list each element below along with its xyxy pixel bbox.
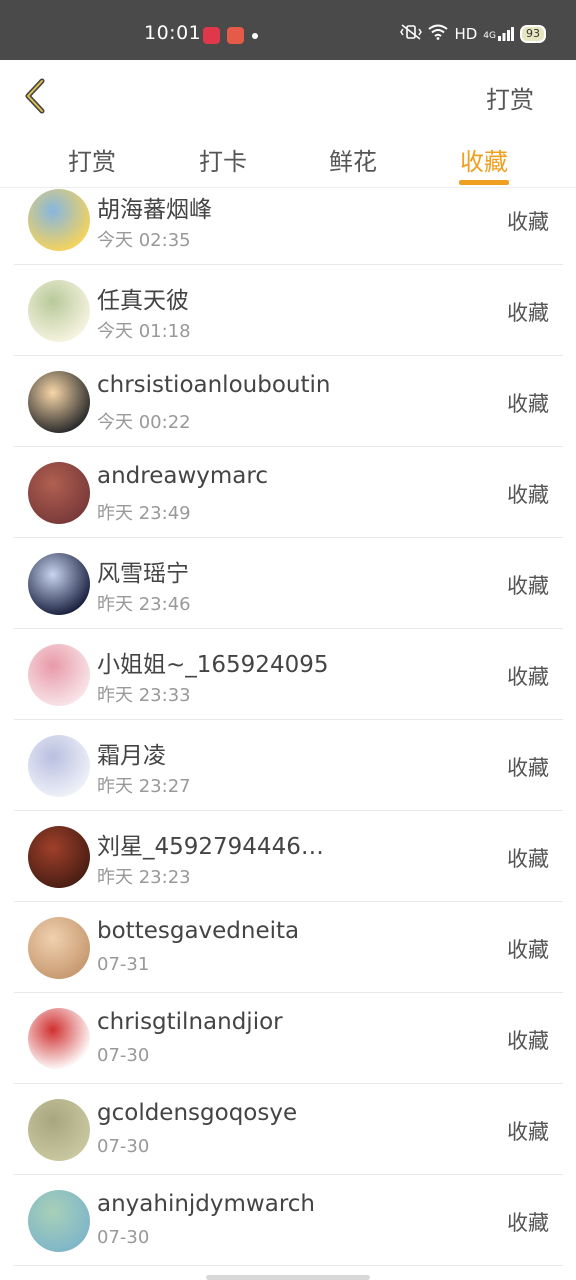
list-item[interactable]: chrsistioanlouboutin 今天 00:22 收藏 bbox=[14, 356, 563, 447]
entry-action-label: 收藏 bbox=[507, 301, 549, 325]
avatar[interactable] bbox=[28, 735, 90, 797]
tab-bar: 打赏 打卡 鲜花 收藏 bbox=[0, 130, 576, 188]
entry-action-label: 收藏 bbox=[507, 756, 549, 780]
entry-time: 07-31 bbox=[97, 954, 150, 975]
avatar[interactable] bbox=[28, 1190, 90, 1252]
chevron-left-icon bbox=[25, 78, 45, 114]
entry-time: 昨天 23:49 bbox=[97, 503, 191, 524]
user-name: 任真天彼 bbox=[97, 288, 189, 314]
entry-action-label: 收藏 bbox=[507, 483, 549, 507]
home-indicator[interactable] bbox=[206, 1275, 370, 1280]
wifi-icon bbox=[428, 24, 449, 44]
user-name: chrisgtilnandjior bbox=[97, 1009, 283, 1035]
network-type-label: HD bbox=[454, 25, 478, 43]
list-item[interactable]: bottesgavedneita 07-31 收藏 bbox=[14, 902, 563, 993]
status-time: 10:01 bbox=[144, 22, 202, 44]
user-name: bottesgavedneita bbox=[97, 918, 300, 944]
tab-reward[interactable]: 打赏 bbox=[52, 142, 132, 177]
avatar[interactable] bbox=[28, 189, 90, 251]
avatar[interactable] bbox=[28, 644, 90, 706]
tab-checkin[interactable]: 打卡 bbox=[183, 142, 263, 177]
avatar[interactable] bbox=[28, 1099, 90, 1161]
favorites-list: 胡海蕃烟峰 今天 02:35 收藏 任真天彼 今天 01:18 收藏 chrsi… bbox=[14, 188, 563, 1266]
entry-action-label: 收藏 bbox=[507, 1211, 549, 1235]
user-name: anyahinjdymwarch bbox=[97, 1191, 316, 1217]
list-item[interactable]: chrisgtilnandjior 07-30 收藏 bbox=[14, 993, 563, 1084]
user-name: gcoldensgoqosye bbox=[97, 1100, 298, 1126]
entry-time: 07-30 bbox=[97, 1227, 150, 1248]
back-button[interactable] bbox=[22, 78, 52, 114]
entry-time: 昨天 23:23 bbox=[97, 867, 191, 888]
entry-time: 07-30 bbox=[97, 1045, 150, 1066]
entry-action-label: 收藏 bbox=[507, 938, 549, 962]
calendar-notification-icon bbox=[227, 27, 244, 44]
entry-action-label: 收藏 bbox=[507, 665, 549, 689]
list-item[interactable]: 刘星_45927944466... 昨天 23:23 收藏 bbox=[14, 811, 563, 902]
entry-action-label: 收藏 bbox=[507, 574, 549, 598]
list-item[interactable]: 风雪瑶宁 昨天 23:46 收藏 bbox=[14, 538, 563, 629]
avatar[interactable] bbox=[28, 280, 90, 342]
active-tab-indicator bbox=[459, 180, 509, 185]
vibrate-icon bbox=[400, 24, 423, 44]
avatar[interactable] bbox=[28, 826, 90, 888]
user-name: 刘星_45927944466... bbox=[97, 834, 337, 860]
list-item[interactable]: andreawymarc 昨天 23:49 收藏 bbox=[14, 447, 563, 538]
entry-action-label: 收藏 bbox=[507, 1120, 549, 1144]
avatar[interactable] bbox=[28, 1008, 90, 1070]
entry-time: 今天 02:35 bbox=[97, 230, 191, 251]
status-bar: 10:01 HD 4G 93 bbox=[0, 0, 576, 60]
user-name: 风雪瑶宁 bbox=[97, 561, 189, 587]
status-icons: HD 4G 93 bbox=[400, 24, 546, 44]
avatar[interactable] bbox=[28, 917, 90, 979]
list-item[interactable]: 小姐姐~_165924095 昨天 23:33 收藏 bbox=[14, 629, 563, 720]
entry-action-label: 收藏 bbox=[507, 847, 549, 871]
entry-action-label: 收藏 bbox=[507, 210, 549, 234]
entry-time: 今天 00:22 bbox=[97, 412, 191, 433]
entry-action-label: 收藏 bbox=[507, 1029, 549, 1053]
signal-icon: 4G bbox=[483, 27, 514, 41]
page-header: 打赏 bbox=[0, 60, 576, 130]
list-item[interactable]: 胡海蕃烟峰 今天 02:35 收藏 bbox=[14, 188, 563, 265]
entry-time: 今天 01:18 bbox=[97, 321, 191, 342]
user-name: 胡海蕃烟峰 bbox=[97, 197, 212, 223]
tab-favorites[interactable]: 收藏 bbox=[444, 142, 524, 177]
entry-time: 昨天 23:46 bbox=[97, 594, 191, 615]
user-name: andreawymarc bbox=[97, 463, 268, 489]
more-notifications-dot-icon bbox=[252, 33, 258, 39]
user-name: chrsistioanlouboutin bbox=[97, 372, 331, 398]
signal-type-label: 4G bbox=[483, 31, 496, 41]
entry-action-label: 收藏 bbox=[507, 392, 549, 416]
user-name: 小姐姐~_165924095 bbox=[97, 652, 329, 678]
entry-time: 昨天 23:33 bbox=[97, 685, 191, 706]
entry-time: 昨天 23:27 bbox=[97, 776, 191, 797]
battery-indicator: 93 bbox=[520, 25, 546, 43]
list-item[interactable]: anyahinjdymwarch 07-30 收藏 bbox=[14, 1175, 563, 1266]
list-item[interactable]: 霜月凌 昨天 23:27 收藏 bbox=[14, 720, 563, 811]
entry-time: 07-30 bbox=[97, 1136, 150, 1157]
list-item[interactable]: gcoldensgoqosye 07-30 收藏 bbox=[14, 1084, 563, 1175]
tab-flowers[interactable]: 鲜花 bbox=[313, 142, 393, 177]
avatar[interactable] bbox=[28, 553, 90, 615]
avatar[interactable] bbox=[28, 371, 90, 433]
user-name: 霜月凌 bbox=[97, 743, 166, 769]
reward-header-button[interactable]: 打赏 bbox=[486, 80, 534, 115]
health-app-notification-icon bbox=[203, 27, 220, 44]
avatar[interactable] bbox=[28, 462, 90, 524]
list-item[interactable]: 任真天彼 今天 01:18 收藏 bbox=[14, 265, 563, 356]
